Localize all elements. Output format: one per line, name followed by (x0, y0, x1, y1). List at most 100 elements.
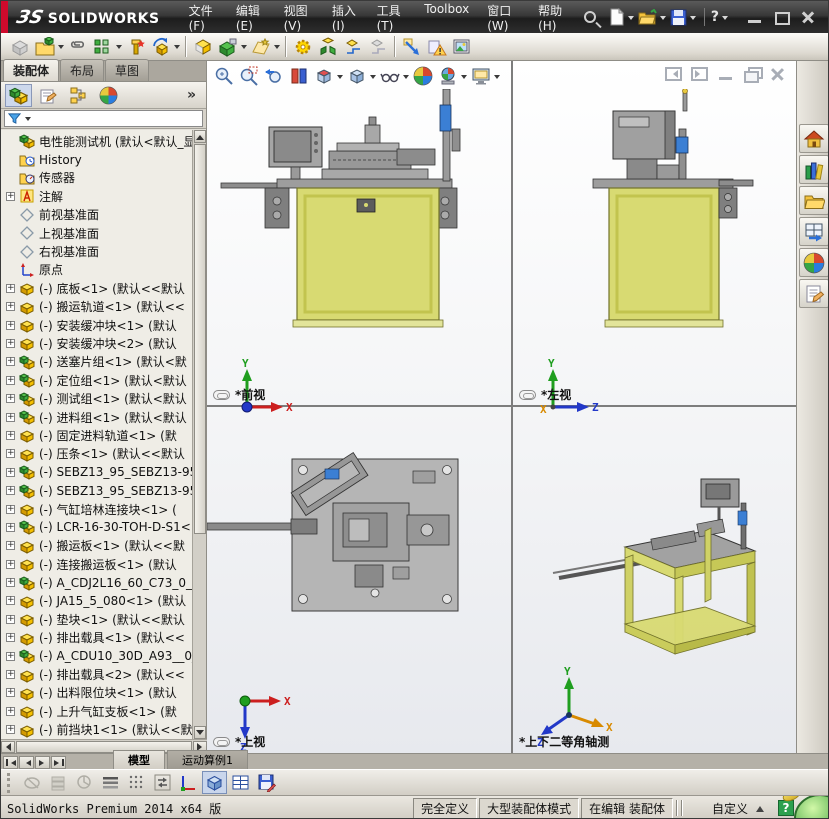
zoom-to-area-icon[interactable] (236, 64, 261, 88)
document-minimize-button[interactable] (717, 67, 734, 81)
zoom-to-fit-icon[interactable] (211, 64, 236, 88)
tree-expander-icon[interactable]: + (6, 338, 15, 348)
open-dropdown-icon[interactable] (659, 15, 666, 23)
pattern-dropdown-icon[interactable] (116, 45, 122, 52)
tree-expander-icon[interactable]: + (6, 651, 15, 661)
tree-expander-icon[interactable]: + (6, 559, 15, 569)
tree-item[interactable]: 电性能测试机 (默认<默认_显 (1, 132, 193, 150)
tree-filter-box[interactable] (4, 110, 203, 127)
shaded-cube-view-icon[interactable] (202, 771, 227, 794)
tree-item[interactable]: + (-) 测试组<1> (默认<默认 (1, 389, 193, 407)
tree-item[interactable]: 上视基准面 (1, 224, 193, 242)
scroll-up-button[interactable] (194, 130, 206, 143)
tab-model[interactable]: 模型 (113, 750, 165, 769)
tree-expander-icon[interactable]: + (6, 283, 15, 293)
tree-item[interactable]: + 注解 (1, 187, 193, 205)
tree-item[interactable]: + (-) 垫块<1> (默认<<默认 (1, 610, 193, 628)
hide-show-items-icon[interactable] (377, 64, 402, 88)
tree-item[interactable]: 原点 (1, 261, 193, 279)
previous-view-icon[interactable] (261, 64, 286, 88)
tree-item[interactable]: + (-) A_CDJ2L16_60_C73_0_ (1, 573, 193, 591)
explode-line-sketch-button[interactable] (340, 34, 365, 59)
tree-item[interactable]: + (-) JA15_5_080<1> (默认 (1, 592, 193, 610)
line-format-icon[interactable] (98, 771, 123, 794)
previous-document-icon[interactable] (665, 67, 682, 81)
panel-overflow-chevrons[interactable]: » (187, 87, 202, 103)
tree-item[interactable]: + (-) 出料限位块<1> (默认 (1, 684, 193, 702)
tree-expander-icon[interactable]: + (6, 302, 15, 312)
tree-item[interactable]: + (-) 连接搬运板<1> (默认 (1, 555, 193, 573)
tree-item[interactable]: + (-) 固定进料轨道<1> (默 (1, 426, 193, 444)
view-settings-dropdown-icon[interactable] (494, 74, 500, 82)
units-up-arrow-icon[interactable] (756, 802, 764, 812)
move-component-button[interactable] (148, 34, 173, 59)
tree-item[interactable]: + (-) 排出载具<1> (默认<< (1, 629, 193, 647)
tree-item[interactable]: + (-) 送塞片组<1> (默认<默 (1, 353, 193, 371)
tab-assembly[interactable]: 装配体 (3, 59, 60, 81)
tree-expander-icon[interactable]: + (6, 191, 15, 201)
tree-item[interactable]: + (-) 搬运板<1> (默认<<默 (1, 537, 193, 555)
view-orientation-icon[interactable] (311, 64, 336, 88)
tree-expander-icon[interactable]: + (6, 725, 15, 735)
tree-expander-icon[interactable]: + (6, 449, 15, 459)
apply-scene-icon[interactable] (435, 64, 460, 88)
tree-item[interactable]: + (-) 上升气缸支板<1> (默 (1, 702, 193, 720)
tree-item[interactable]: + (-) 安装缓冲块<1> (默认 (1, 316, 193, 334)
insert-components-button[interactable] (7, 34, 32, 59)
tree-expander-icon[interactable]: + (6, 541, 15, 551)
tree-item[interactable]: + (-) SEBZ13_95_SEBZ13-95 (1, 481, 193, 499)
new-motion-study-button[interactable] (290, 34, 315, 59)
tree-item[interactable]: + (-) 排出载具<2> (默认<< (1, 665, 193, 683)
feature-tree-tab-icon[interactable] (5, 83, 32, 107)
tab-layout[interactable]: 布局 (60, 59, 105, 81)
assembly-features-button[interactable] (215, 34, 240, 59)
isolate-button[interactable] (365, 34, 390, 59)
view-palette-icon[interactable] (798, 217, 828, 246)
tree-expander-icon[interactable]: + (6, 522, 15, 532)
configuration-manager-tab-icon[interactable] (65, 84, 92, 107)
coordinate-system-icon[interactable] (176, 771, 201, 794)
tab-scroll-prev-icon[interactable] (19, 756, 34, 769)
tree-expander-icon[interactable]: + (6, 375, 15, 385)
tree-expander-icon[interactable]: + (6, 320, 15, 330)
tree-expander-icon[interactable]: + (6, 486, 15, 496)
tree-expander-icon[interactable]: + (6, 412, 15, 422)
solidworks-resources-home-icon[interactable] (798, 124, 828, 153)
appearances-scenes-icon[interactable] (798, 248, 828, 277)
tree-expander-icon[interactable]: + (6, 430, 15, 440)
display-style-dropdown-icon[interactable] (370, 74, 376, 82)
custom-units-label[interactable]: 自定义 (712, 800, 748, 817)
tree-item[interactable]: + (-) 底板<1> (默认<<默认 (1, 279, 193, 297)
apply-scene-dropdown-icon[interactable] (461, 74, 467, 82)
file-explorer-icon[interactable] (798, 186, 828, 215)
tree-expander-icon[interactable]: + (6, 467, 15, 477)
smart-fasteners-button[interactable] (123, 34, 148, 59)
appearance-manager-tab-icon[interactable] (95, 84, 122, 107)
tree-expander-icon[interactable]: + (6, 394, 15, 404)
tab-scroll-last-icon[interactable] (51, 756, 66, 769)
close-button[interactable] (799, 10, 818, 25)
preview-window-button[interactable] (449, 34, 474, 59)
tree-item[interactable]: 右视基准面 (1, 242, 193, 260)
filter-dropdown-icon[interactable] (25, 117, 31, 124)
view-settings-icon[interactable] (468, 64, 493, 88)
tree-vertical-scrollbar[interactable] (192, 130, 206, 739)
linear-component-pattern-button[interactable] (90, 34, 115, 59)
save-dropdown-icon[interactable] (689, 15, 696, 23)
scroll-thumb[interactable] (194, 144, 206, 534)
tab-motion-study[interactable]: 运动算例1 (167, 750, 248, 769)
quick-tips-help-icon[interactable]: ? (778, 800, 794, 816)
tree-item[interactable]: 前视基准面 (1, 206, 193, 224)
open-part-dropdown-icon[interactable] (58, 45, 64, 52)
new-document-dropdown-icon[interactable] (627, 15, 634, 23)
tree-item[interactable]: 传感器 (1, 169, 193, 187)
move-component-dropdown-icon[interactable] (174, 45, 180, 52)
tree-expander-icon[interactable]: + (6, 357, 15, 367)
exploded-view-button[interactable] (315, 34, 340, 59)
restore-button[interactable] (772, 10, 791, 25)
property-manager-tab-icon[interactable] (35, 84, 62, 107)
tree-item[interactable]: + (-) 进料组<1> (默认<默认 (1, 408, 193, 426)
tree-item[interactable]: + (-) SEBZ13_95_SEBZ13-95 (1, 463, 193, 481)
save-sketch-icon[interactable] (254, 771, 279, 794)
tree-item[interactable]: + (-) 安装缓冲块<2> (默认 (1, 334, 193, 352)
